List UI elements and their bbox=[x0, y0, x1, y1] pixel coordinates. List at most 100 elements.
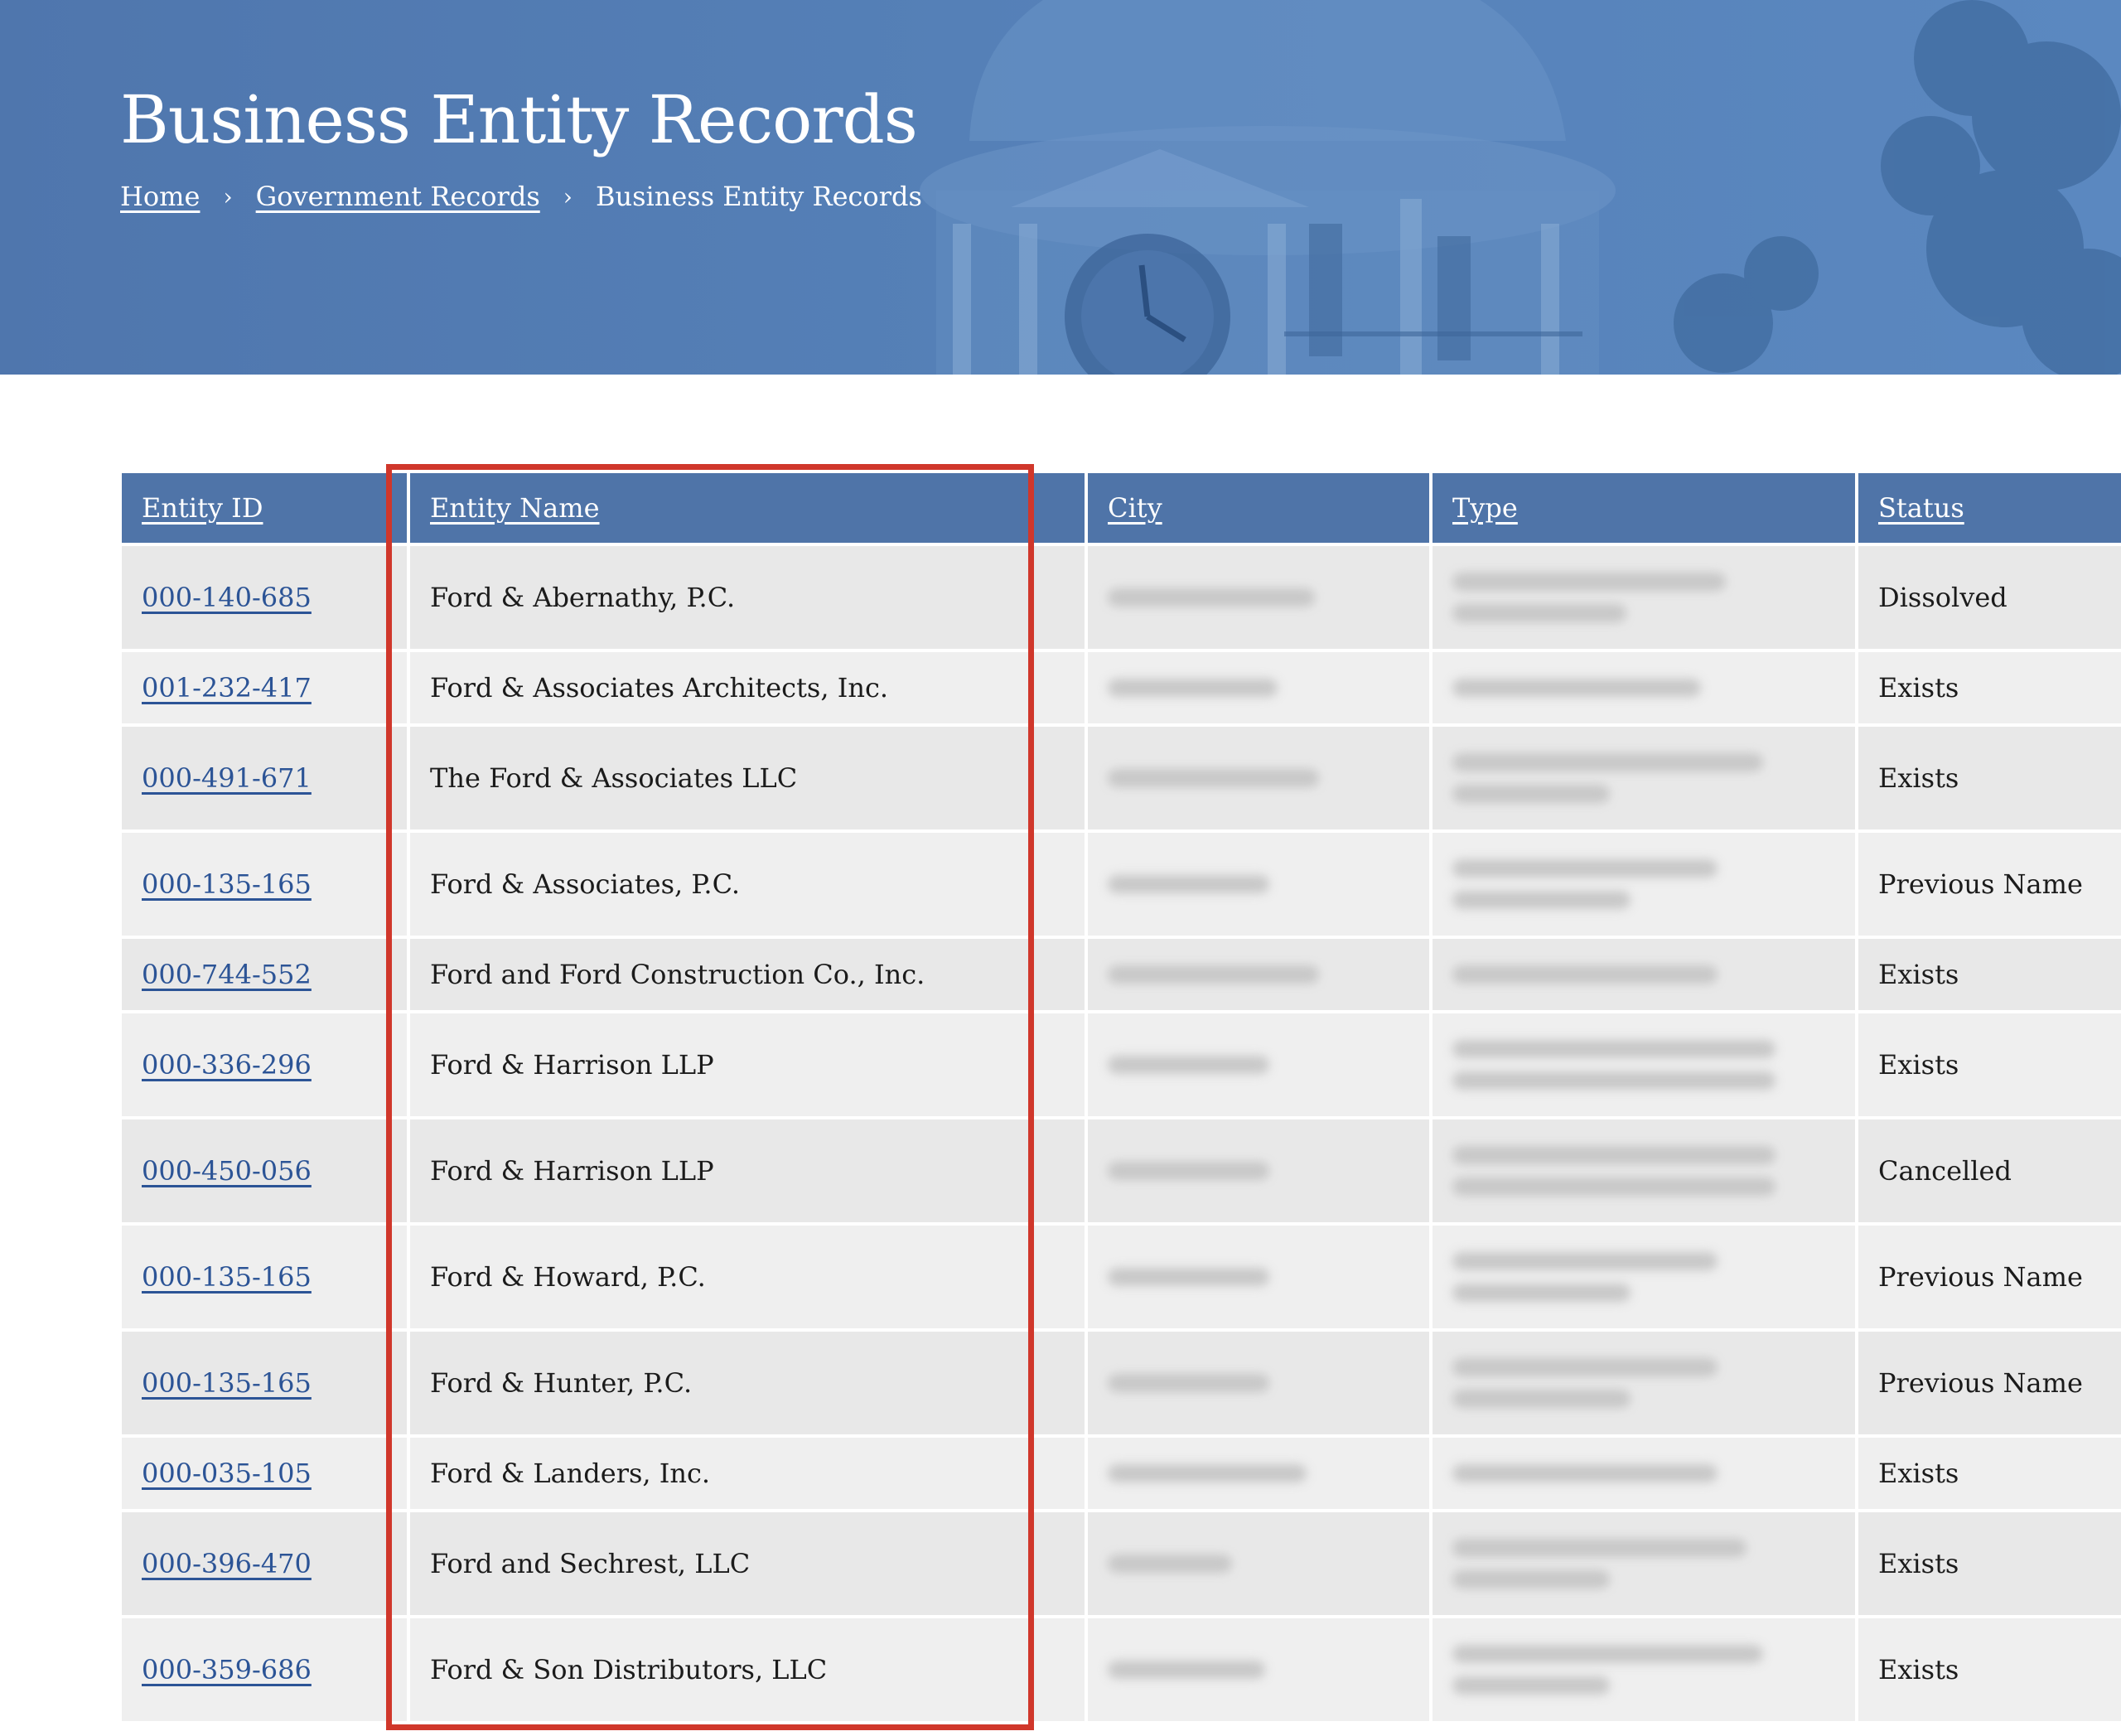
entity-id-cell: 001-232-417 bbox=[122, 650, 410, 727]
entity-id-cell: 000-140-685 bbox=[122, 544, 410, 652]
redacted-text-blur bbox=[1108, 588, 1315, 607]
status-cell: Previous Name bbox=[1857, 1330, 2121, 1438]
redacted-text-blur bbox=[1452, 1177, 1776, 1196]
type-cell-redacted bbox=[1431, 831, 1858, 939]
entity-id-link[interactable]: 000-744-552 bbox=[142, 959, 312, 990]
table-row: 000-491-671 The Ford & Associates LLC Exis… bbox=[122, 725, 2121, 833]
status-cell: Previous Name bbox=[1857, 831, 2121, 939]
breadcrumb-government-records-link[interactable]: Government Records bbox=[256, 181, 540, 212]
entity-id-link[interactable]: 001-232-417 bbox=[142, 672, 312, 704]
type-cell-redacted bbox=[1431, 1617, 1858, 1724]
redacted-text-blur bbox=[1452, 785, 1610, 803]
entity-id-link[interactable]: 000-450-056 bbox=[142, 1155, 312, 1187]
page-title: Business Entity Records bbox=[120, 81, 918, 158]
entity-id-cell: 000-396-470 bbox=[122, 1511, 410, 1618]
entity-name-cell: Ford & Hunter, P.C. bbox=[408, 1330, 1088, 1438]
city-cell-redacted bbox=[1086, 544, 1433, 652]
status-cell: Previous Name bbox=[1857, 1224, 2121, 1332]
entity-id-link[interactable]: 000-140-685 bbox=[142, 582, 312, 613]
entity-name-cell: Ford & Associates, P.C. bbox=[408, 831, 1088, 939]
entity-name-cell: Ford and Sechrest, LLC bbox=[408, 1511, 1088, 1618]
table-row: 000-450-056 Ford & Harrison LLP Cancelled bbox=[122, 1118, 2121, 1226]
entity-id-cell: 000-336-296 bbox=[122, 1012, 410, 1119]
status-cell: Exists bbox=[1857, 1511, 2121, 1618]
city-cell-redacted bbox=[1086, 937, 1433, 1013]
entity-id-link[interactable]: 000-135-165 bbox=[142, 1261, 312, 1293]
entity-id-link[interactable]: 000-135-165 bbox=[142, 868, 312, 900]
city-cell-redacted bbox=[1086, 1511, 1433, 1618]
column-header-status: Status bbox=[1857, 473, 2121, 546]
table-row: 000-135-165 Ford & Howard, P.C. Previous N… bbox=[122, 1224, 2121, 1332]
breadcrumb-current-page: Business Entity Records bbox=[595, 181, 922, 212]
city-cell-redacted bbox=[1086, 1330, 1433, 1438]
redacted-text-blur bbox=[1452, 1676, 1610, 1695]
sort-by-type-link[interactable]: Type bbox=[1452, 492, 1518, 524]
status-cell: Exists bbox=[1857, 1617, 2121, 1724]
city-cell-redacted bbox=[1086, 1012, 1433, 1119]
entity-id-cell: 000-744-552 bbox=[122, 937, 410, 1013]
breadcrumb-home-link[interactable]: Home bbox=[120, 181, 200, 212]
entity-id-link[interactable]: 000-035-105 bbox=[142, 1458, 312, 1489]
column-header-entity-id: Entity ID bbox=[122, 473, 410, 546]
chevron-right-icon: › bbox=[223, 182, 233, 210]
entity-id-link[interactable]: 000-359-686 bbox=[142, 1654, 312, 1685]
sort-by-entity-id-link[interactable]: Entity ID bbox=[142, 492, 263, 524]
table-row: 000-135-165 Ford & Hunter, P.C. Previous N… bbox=[122, 1330, 2121, 1438]
status-cell: Exists bbox=[1857, 937, 2121, 1013]
redacted-text-blur bbox=[1452, 1284, 1631, 1302]
type-cell-redacted bbox=[1431, 1330, 1858, 1438]
entity-id-cell: 000-035-105 bbox=[122, 1436, 410, 1512]
type-cell-redacted bbox=[1431, 1012, 1858, 1119]
redacted-text-blur bbox=[1452, 1358, 1718, 1376]
redacted-text-blur bbox=[1452, 891, 1631, 909]
entity-id-link[interactable]: 000-491-671 bbox=[142, 762, 312, 794]
city-cell-redacted bbox=[1086, 831, 1433, 939]
city-cell-redacted bbox=[1086, 1617, 1433, 1724]
redacted-text-blur bbox=[1108, 965, 1319, 984]
redacted-text-blur bbox=[1108, 1555, 1232, 1573]
redacted-text-blur bbox=[1108, 1374, 1269, 1392]
column-header-entity-name: Entity Name bbox=[408, 473, 1088, 546]
type-cell-redacted bbox=[1431, 937, 1858, 1013]
type-cell-redacted bbox=[1431, 1224, 1858, 1332]
entity-name-cell: Ford & Harrison LLP bbox=[408, 1012, 1088, 1119]
city-cell-redacted bbox=[1086, 725, 1433, 833]
column-header-city: City bbox=[1086, 473, 1433, 546]
redacted-text-blur bbox=[1452, 679, 1701, 697]
redacted-text-blur bbox=[1452, 1570, 1610, 1589]
redacted-text-blur bbox=[1452, 1539, 1747, 1557]
status-cell: Exists bbox=[1857, 1012, 2121, 1119]
entity-name-cell: Ford & Abernathy, P.C. bbox=[408, 544, 1088, 652]
redacted-text-blur bbox=[1108, 1162, 1269, 1180]
redacted-text-blur bbox=[1452, 753, 1763, 771]
redacted-text-blur bbox=[1108, 1464, 1307, 1482]
entity-id-link[interactable]: 000-336-296 bbox=[142, 1049, 312, 1081]
redacted-text-blur bbox=[1452, 1146, 1776, 1164]
entity-name-cell: Ford & Harrison LLP bbox=[408, 1118, 1088, 1226]
redacted-text-blur bbox=[1452, 1390, 1631, 1408]
entity-name-cell: Ford & Son Distributors, LLC bbox=[408, 1617, 1088, 1724]
table-row: 001-232-417 Ford & Associates Architects,… bbox=[122, 650, 2121, 727]
entity-id-cell: 000-491-671 bbox=[122, 725, 410, 833]
type-cell-redacted bbox=[1431, 1436, 1858, 1512]
type-cell-redacted bbox=[1431, 650, 1858, 727]
breadcrumb: Home › Government Records › Business Ent… bbox=[120, 181, 922, 212]
hero-banner: Business Entity Records Home › Governmen… bbox=[0, 0, 2121, 375]
redacted-text-blur bbox=[1108, 1056, 1269, 1074]
type-cell-redacted bbox=[1431, 725, 1858, 833]
city-cell-redacted bbox=[1086, 1118, 1433, 1226]
sort-by-entity-name-link[interactable]: Entity Name bbox=[430, 492, 600, 524]
sort-by-city-link[interactable]: City bbox=[1108, 492, 1162, 524]
entity-id-cell: 000-135-165 bbox=[122, 1330, 410, 1438]
type-cell-redacted bbox=[1431, 1118, 1858, 1226]
entity-id-link[interactable]: 000-396-470 bbox=[142, 1548, 312, 1579]
redacted-text-blur bbox=[1452, 859, 1718, 878]
redacted-text-blur bbox=[1108, 1268, 1269, 1286]
table-row: 000-140-685 Ford & Abernathy, P.C. Dissolv… bbox=[122, 544, 2121, 652]
table-row: 000-135-165 Ford & Associates, P.C. Previo… bbox=[122, 831, 2121, 939]
city-cell-redacted bbox=[1086, 1436, 1433, 1512]
status-cell: Dissolved bbox=[1857, 544, 2121, 652]
redacted-text-blur bbox=[1452, 965, 1718, 984]
entity-id-link[interactable]: 000-135-165 bbox=[142, 1367, 312, 1399]
sort-by-status-link[interactable]: Status bbox=[1878, 492, 1964, 524]
